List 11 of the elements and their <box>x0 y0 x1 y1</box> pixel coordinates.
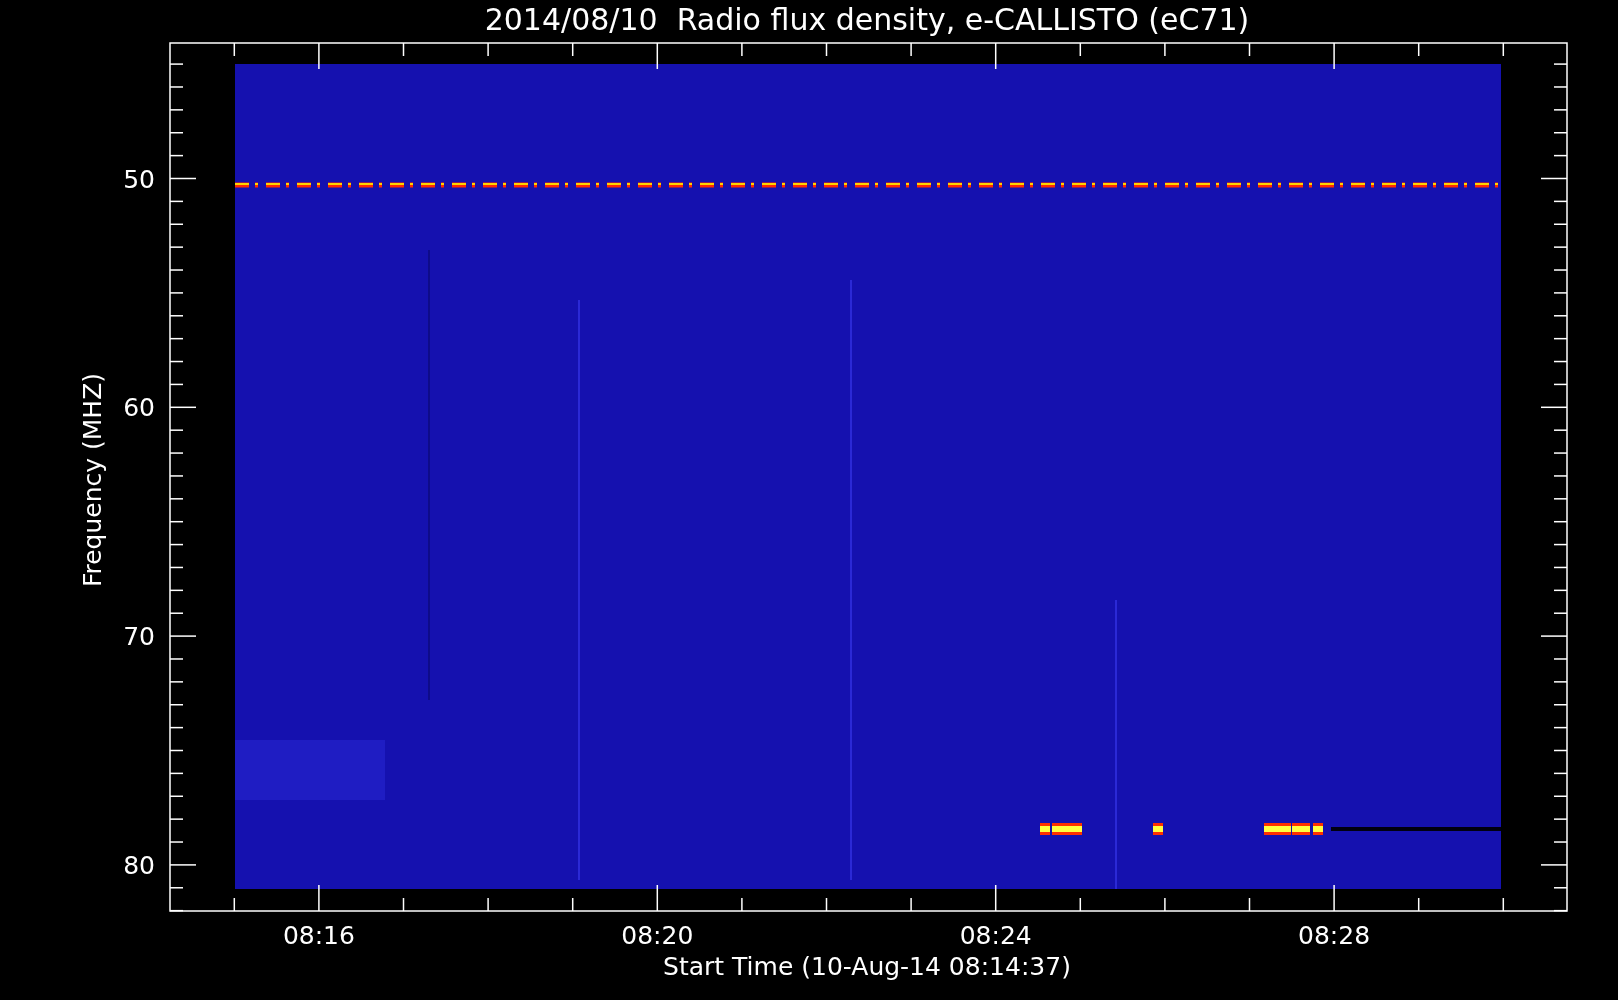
axis-tick-label: 60 <box>123 393 155 423</box>
chart-title: 2014/08/10 Radio flux density, e-CALLISTO (eC71) <box>484 2 1250 37</box>
axis-tick-label: 08:20 <box>621 921 694 950</box>
axis-tick-label: 50 <box>123 164 155 194</box>
axis-tick-label: 08:28 <box>1298 921 1371 950</box>
axis-tick-label: 08:24 <box>959 921 1032 950</box>
axis-tick-label: 08:16 <box>282 921 355 950</box>
axis-tick-label: 80 <box>123 850 155 880</box>
x-axis-label: Start Time (10-Aug-14 08:14:37) <box>663 952 1071 981</box>
axis-tick-label: 70 <box>123 622 155 652</box>
y-axis-label: Frequency (MHZ) <box>78 372 107 588</box>
